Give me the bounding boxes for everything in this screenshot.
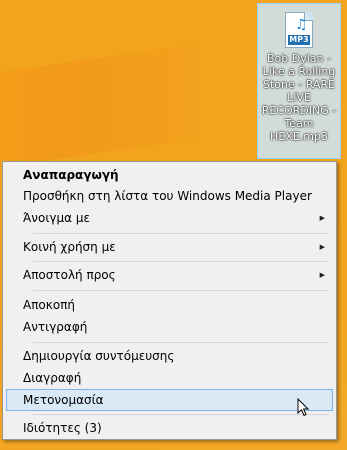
- menu-item-share-with[interactable]: Κοινή χρήση με ▶: [6, 236, 333, 258]
- menu-item-add-to-wmp-list[interactable]: Προσθήκη στη λίστα του Windows Media Pla…: [6, 185, 333, 207]
- menu-item-label: Αποκοπή: [23, 298, 76, 312]
- mouse-pointer-icon: [297, 398, 310, 417]
- menu-item-create-shortcut[interactable]: Δημιουργία συντόμευσης: [6, 345, 333, 367]
- menu-item-send-to[interactable]: Αποστολή προς ▶: [6, 264, 333, 286]
- menu-separator: [33, 261, 329, 262]
- submenu-arrow-icon: ▶: [319, 271, 325, 279]
- submenu-arrow-icon: ▶: [319, 243, 325, 251]
- submenu-arrow-icon: ▶: [319, 214, 325, 222]
- desktop-file-item[interactable]: ♫ MP3 Bob Dylan - Like a Rolling Stone -…: [257, 3, 341, 159]
- menu-item-label: Αντιγραφή: [23, 320, 88, 334]
- menu-item-cut[interactable]: Αποκοπή: [6, 294, 333, 316]
- menu-separator: [33, 414, 329, 415]
- file-extension-badge: MP3: [288, 35, 310, 45]
- menu-separator: [33, 233, 329, 234]
- menu-item-label: Μετονομασία: [23, 393, 104, 407]
- menu-item-copy[interactable]: Αντιγραφή: [6, 316, 333, 338]
- menu-item-play[interactable]: Αναπαραγωγή: [6, 164, 333, 186]
- menu-item-label: Αποστολή προς: [23, 268, 116, 282]
- menu-item-properties[interactable]: Ιδιότητες (3): [6, 417, 333, 439]
- menu-item-label: Προσθήκη στη λίστα του Windows Media Pla…: [23, 189, 312, 203]
- menu-item-open-with[interactable]: Άνοιγμα με ▶: [6, 207, 333, 229]
- menu-item-label: Άνοιγμα με: [23, 211, 90, 225]
- menu-item-label: Κοινή χρήση με: [23, 240, 116, 254]
- menu-item-label: Αναπαραγωγή: [23, 168, 119, 182]
- file-name-label: Bob Dylan - Like a Rolling Stone - RARE …: [261, 52, 337, 143]
- menu-item-label: Ιδιότητες (3): [23, 421, 102, 435]
- wallpaper-streak: [0, 38, 240, 167]
- menu-item-label: Διαγραφή: [23, 371, 82, 385]
- menu-separator: [33, 290, 329, 291]
- music-note-icon: ♫: [295, 17, 308, 33]
- menu-item-delete[interactable]: Διαγραφή: [6, 367, 333, 389]
- context-menu: Αναπαραγωγή Προσθήκη στη λίστα του Windo…: [2, 161, 337, 440]
- menu-item-rename[interactable]: Μετονομασία: [6, 389, 333, 411]
- menu-separator: [33, 342, 329, 343]
- menu-item-label: Δημιουργία συντόμευσης: [23, 349, 175, 363]
- mp3-file-icon: ♫ MP3: [285, 12, 313, 48]
